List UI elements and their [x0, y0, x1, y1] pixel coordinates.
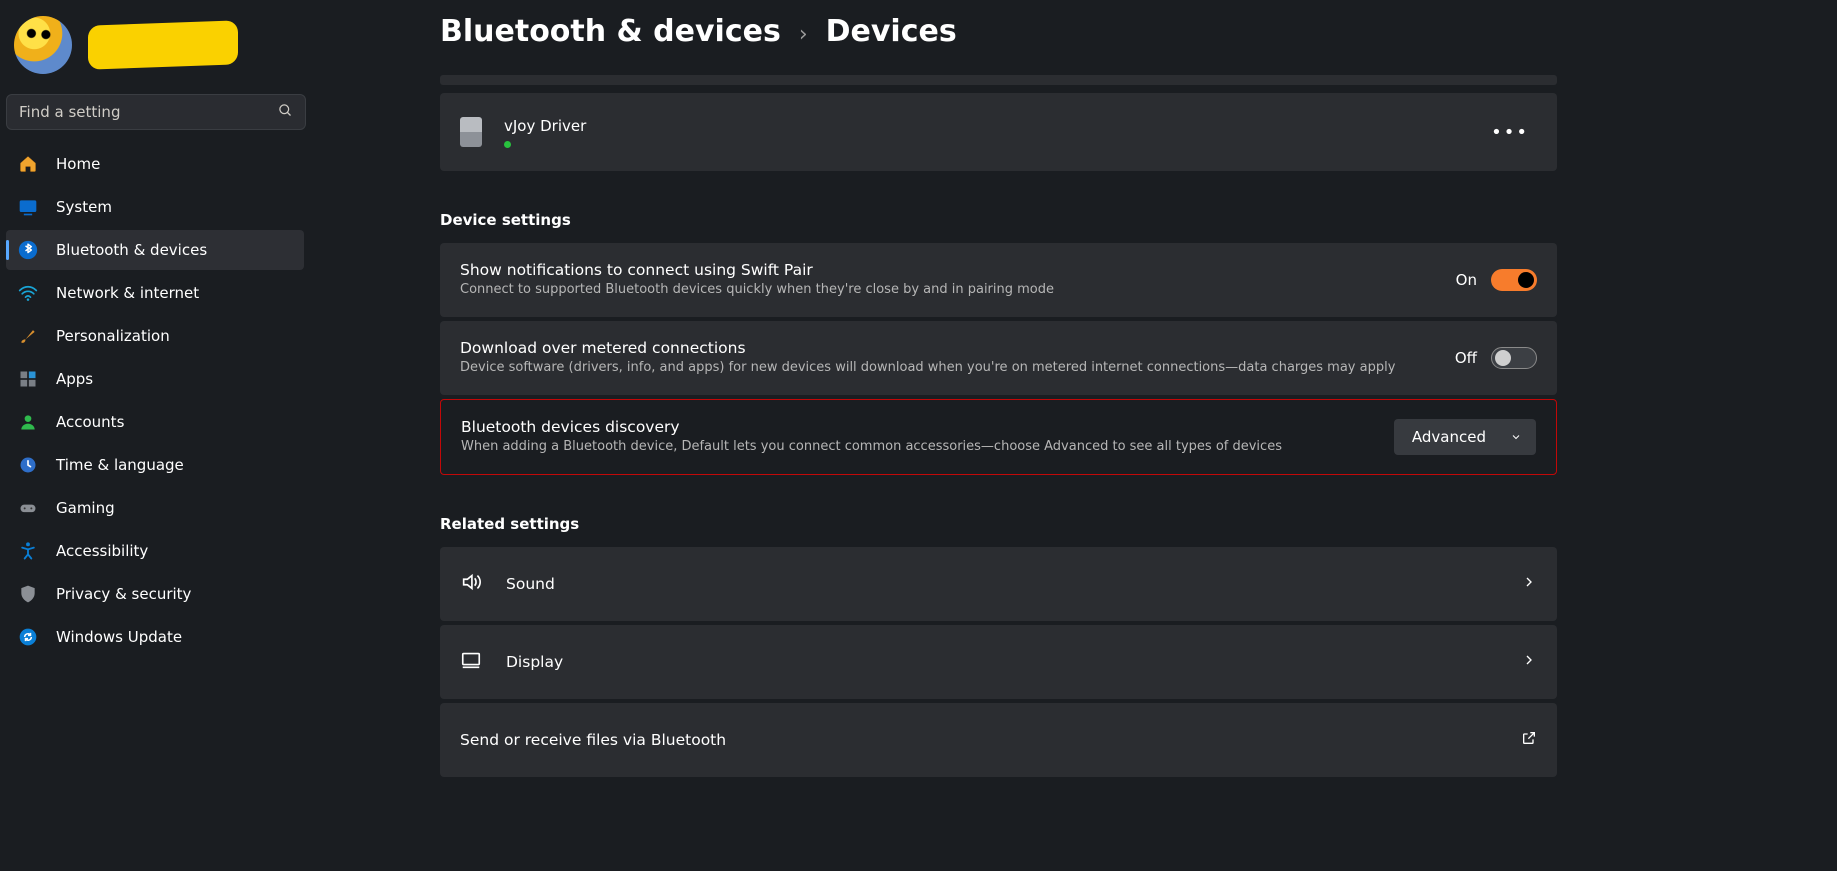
section-related-settings: Related settings: [440, 515, 1557, 533]
status-dot-icon: [504, 141, 511, 148]
chevron-right-icon: [1521, 652, 1537, 672]
main-content: Bluetooth & devices › Devices vJoy Drive…: [310, 0, 1837, 871]
nav-label: Windows Update: [56, 628, 182, 646]
nav-personalization[interactable]: Personalization: [6, 316, 304, 356]
device-meta: vJoy Driver: [504, 117, 586, 148]
breadcrumb: Bluetooth & devices › Devices: [440, 14, 1557, 49]
nav-privacy[interactable]: Privacy & security: [6, 574, 304, 614]
setting-desc: Device software (drivers, info, and apps…: [460, 359, 1395, 377]
nav-label: Privacy & security: [56, 585, 191, 603]
swift-pair-toggle[interactable]: [1491, 269, 1537, 291]
nav-windows-update[interactable]: Windows Update: [6, 617, 304, 657]
avatar: [14, 16, 72, 74]
nav-label: Accessibility: [56, 542, 148, 560]
nav-label: Apps: [56, 370, 93, 388]
nav-label: System: [56, 198, 112, 216]
nav-time-language[interactable]: Time & language: [6, 445, 304, 485]
nav-apps[interactable]: Apps: [6, 359, 304, 399]
system-icon: [18, 197, 38, 217]
toggle-state-label: Off: [1455, 349, 1477, 367]
metered-toggle[interactable]: [1491, 347, 1537, 369]
nav-accounts[interactable]: Accounts: [6, 402, 304, 442]
gamepad-icon: [18, 498, 38, 518]
nav-gaming[interactable]: Gaming: [6, 488, 304, 528]
nav-label: Time & language: [56, 456, 184, 474]
display-icon: [460, 649, 482, 675]
shield-icon: [18, 584, 38, 604]
accessibility-icon: [18, 541, 38, 561]
nav-system[interactable]: System: [6, 187, 304, 227]
bluetooth-icon: [18, 240, 38, 260]
collapsed-section-bar[interactable]: [440, 75, 1557, 85]
related-label: Send or receive files via Bluetooth: [460, 731, 726, 749]
setting-discovery: Bluetooth devices discovery When adding …: [441, 400, 1556, 474]
device-name: vJoy Driver: [504, 117, 586, 135]
related-bluetooth-files[interactable]: Send or receive files via Bluetooth: [440, 703, 1557, 777]
section-device-settings: Device settings: [440, 211, 1557, 229]
search-input[interactable]: [19, 103, 278, 121]
chevron-right-icon: ›: [799, 22, 808, 47]
device-row-vjoy[interactable]: vJoy Driver •••: [440, 93, 1557, 171]
related-sound[interactable]: Sound: [440, 547, 1557, 621]
device-more-button[interactable]: •••: [1483, 116, 1537, 149]
external-link-icon: [1521, 730, 1537, 750]
related-display[interactable]: Display: [440, 625, 1557, 699]
setting-desc: When adding a Bluetooth device, Default …: [461, 438, 1282, 456]
setting-desc: Connect to supported Bluetooth devices q…: [460, 281, 1054, 299]
highlighted-setting: Bluetooth devices discovery When adding …: [440, 399, 1557, 475]
home-icon: [18, 154, 38, 174]
sidebar: Home System Bluetooth & devices Network …: [0, 0, 310, 871]
search-icon: [278, 103, 293, 122]
dropdown-value: Advanced: [1412, 428, 1486, 446]
user-name-redacted: [88, 20, 238, 69]
update-icon: [18, 627, 38, 647]
setting-swift-pair: Show notifications to connect using Swif…: [440, 243, 1557, 317]
nav-label: Network & internet: [56, 284, 199, 302]
setting-title: Show notifications to connect using Swif…: [460, 261, 1054, 279]
apps-icon: [18, 369, 38, 389]
breadcrumb-parent[interactable]: Bluetooth & devices: [440, 14, 781, 49]
discovery-dropdown[interactable]: Advanced: [1394, 419, 1536, 455]
breadcrumb-current: Devices: [826, 14, 957, 49]
nav-home[interactable]: Home: [6, 144, 304, 184]
paintbrush-icon: [18, 326, 38, 346]
nav-label: Accounts: [56, 413, 124, 431]
sound-icon: [460, 571, 482, 597]
chevron-right-icon: [1521, 574, 1537, 594]
device-icon: [460, 117, 482, 147]
search-box[interactable]: [6, 94, 306, 130]
toggle-state-label: On: [1456, 271, 1477, 289]
person-icon: [18, 412, 38, 432]
setting-title: Download over metered connections: [460, 339, 1395, 357]
wifi-icon: [18, 283, 38, 303]
nav-accessibility[interactable]: Accessibility: [6, 531, 304, 571]
nav-label: Gaming: [56, 499, 115, 517]
nav-label: Personalization: [56, 327, 170, 345]
nav-network[interactable]: Network & internet: [6, 273, 304, 313]
setting-title: Bluetooth devices discovery: [461, 418, 1282, 436]
nav-bluetooth-devices[interactable]: Bluetooth & devices: [6, 230, 304, 270]
nav-list: Home System Bluetooth & devices Network …: [6, 144, 304, 657]
user-profile[interactable]: [6, 6, 304, 94]
related-label: Sound: [506, 575, 555, 593]
setting-metered: Download over metered connections Device…: [440, 321, 1557, 395]
chevron-down-icon: [1510, 431, 1522, 443]
related-label: Display: [506, 653, 563, 671]
nav-label: Bluetooth & devices: [56, 241, 207, 259]
nav-label: Home: [56, 155, 100, 173]
clock-icon: [18, 455, 38, 475]
